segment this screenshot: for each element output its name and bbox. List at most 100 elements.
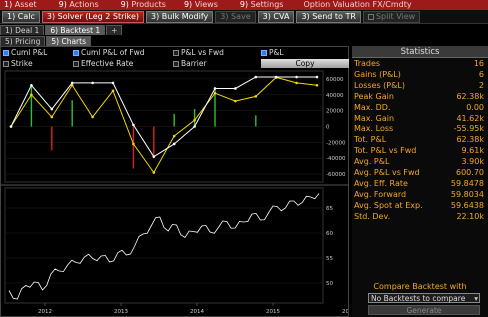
save-button[interactable]: 3) Save (215, 10, 256, 23)
stat-value: 16 (473, 59, 484, 68)
cuml-pl-point (193, 125, 196, 128)
cuml-pl-fwd-point (30, 93, 33, 97)
cuml-pl-fwd-point (234, 99, 237, 103)
calc-button[interactable]: 1) Calc (2, 10, 40, 23)
checkbox-icon (73, 49, 79, 56)
stat-row: Avg. P&L 3.90k (354, 157, 484, 167)
tab-backtest-1[interactable]: 6) Backtest 1 (45, 25, 106, 35)
checkbox-icon (73, 60, 79, 67)
cuml-pl-fwd-point (193, 118, 196, 122)
stat-value: 2 (478, 80, 484, 90)
stat-row: Avg. P&L vs Fwd 600.70 (354, 168, 484, 178)
stat-value: 59.6438 (450, 200, 484, 210)
copy-button[interactable]: Copy (261, 59, 349, 68)
legend-cuml-pl-fwd[interactable]: Cuml P&L of Fwd (73, 48, 145, 57)
stat-row: Gains (P&L) 6 (354, 70, 484, 80)
stat-row: Avg. Eff. Rate 59.8478 (354, 179, 484, 189)
x-tick-label: 2016 (342, 309, 348, 315)
cuml-pl-point (234, 87, 237, 90)
checkbox-icon (173, 60, 179, 67)
cuml-pl-fwd-point (213, 91, 217, 95)
stat-value: 6 (478, 69, 484, 79)
cva-button[interactable]: 3) CVA (257, 10, 295, 23)
cuml-pl-point (295, 75, 298, 79)
toolbar: 1) Calc 3) Solver (Leg 2 Strike) 3) Bulk… (0, 10, 488, 24)
y-tick-label: -60000 (326, 172, 346, 178)
cuml-pl-point (70, 81, 74, 85)
legend-strike[interactable]: Strike (3, 59, 33, 68)
checkbox-icon (3, 49, 9, 56)
cuml-pl-point (152, 155, 156, 158)
stat-value: 9.61k (461, 146, 484, 156)
menu-asset[interactable]: 1) Asset (0, 0, 37, 10)
tab-add[interactable]: + (106, 25, 123, 35)
tab-pricing[interactable]: 5) Pricing (0, 36, 46, 46)
stat-value: 59.8478 (450, 178, 484, 188)
legend-cuml-pl[interactable]: Cuml P&L (3, 48, 47, 57)
split-view-button[interactable]: Split View (362, 10, 421, 23)
chevron-down-icon: ▾ (474, 294, 478, 303)
stat-row: Peak Gain 62.38k (354, 92, 484, 102)
tab-deal-1[interactable]: 1) Deal 1 (0, 25, 45, 35)
stat-value: 600.70 (456, 168, 484, 177)
cuml-pl-point (213, 87, 217, 90)
stat-row: Tot. P&L vs Fwd 9.61k (354, 146, 484, 156)
y-tick-label: 55 (326, 256, 333, 262)
menu-bar: 1) Asset 9) Actions 9) Products 9) Views… (0, 0, 488, 10)
cuml-pl-point (315, 75, 319, 79)
compare-label: Compare Backtest with (373, 282, 467, 291)
cuml-pl-point (254, 75, 258, 79)
cuml-pl-point (132, 123, 135, 127)
menu-products[interactable]: 9) Products (117, 0, 166, 10)
tab-charts[interactable]: 5) Charts (46, 36, 91, 46)
stat-label: Trades (354, 59, 381, 68)
menu-views[interactable]: 9) Views (180, 0, 218, 10)
y-tick-label: 0 (326, 125, 330, 131)
compare-backtest-select[interactable]: No Backtests to compare ▾ (368, 293, 480, 303)
bottom-plot-area (4, 187, 324, 304)
stat-label: Avg. Spot at Exp. (354, 200, 423, 210)
top-tabs: 1) Deal 1 6) Backtest 1 + (0, 25, 123, 35)
stat-label: Max. Gain (354, 113, 395, 123)
stat-row: Std. Dev. 22.10k (354, 212, 484, 222)
legend-pl[interactable]: P&L (261, 48, 284, 57)
generate-button[interactable]: Generate (368, 305, 480, 315)
bulk-modify-button[interactable]: 3) Bulk Modify (146, 10, 214, 23)
cuml-pl-point (9, 125, 13, 128)
cuml-pl-fwd-point (315, 83, 319, 87)
cuml-pl-fwd-point (295, 81, 298, 85)
stat-value: -55.95k (453, 124, 484, 134)
stat-value: 22.10k (456, 211, 484, 221)
y-tick-label: 60000 (326, 77, 344, 83)
cuml-pl-point (50, 107, 54, 111)
cuml-pl-point (30, 83, 33, 87)
y-tick-label: 20000 (326, 109, 344, 115)
y-tick-label: 65 (326, 206, 333, 212)
menu-settings[interactable]: 9) Settings (236, 0, 284, 10)
cuml-pl-fwd-point (50, 115, 54, 119)
send-to-button[interactable]: 3) Send to TR (296, 10, 361, 23)
statistics-panel: Statistics Trades 16 Gains (P&L) 6 Losses (P… (352, 46, 488, 317)
chart-pane: Cuml P&L Cuml P&L of Fwd P&L vs Fwd P&L … (0, 46, 349, 317)
legend-effective-rate[interactable]: Effective Rate (73, 59, 133, 68)
menu-actions[interactable]: 9) Actions (55, 0, 99, 10)
x-tick-label: 2013 (114, 309, 128, 315)
stat-row: Max. Gain 41.62k (354, 114, 484, 124)
stat-value: 41.62k (456, 113, 484, 123)
stat-label: Avg. P&L vs Fwd (354, 168, 420, 177)
legend-pl-vs-fwd[interactable]: P&L vs Fwd (173, 48, 224, 57)
stat-value: 62.38k (456, 135, 484, 145)
solver-button[interactable]: 3) Solver (Leg 2 Strike) (41, 10, 145, 23)
legend-barrier[interactable]: Barrier (173, 59, 207, 68)
x-tick-label: 2014 (190, 309, 204, 315)
stat-label: Tot. P&L (354, 135, 387, 145)
y-tick-label: 50 (326, 281, 333, 287)
sub-tabs: 5) Pricing 5) Charts (0, 36, 92, 46)
stat-row: Avg. Spot at Exp. 59.6438 (354, 201, 484, 211)
stat-label: Gains (P&L) (354, 69, 401, 79)
stat-row: Trades 16 (354, 59, 484, 69)
checkbox-icon (173, 49, 179, 56)
stat-row: Max. Loss -55.95k (354, 124, 484, 134)
stat-label: Losses (P&L) (354, 80, 405, 90)
y-tick-label: 40000 (326, 93, 344, 99)
